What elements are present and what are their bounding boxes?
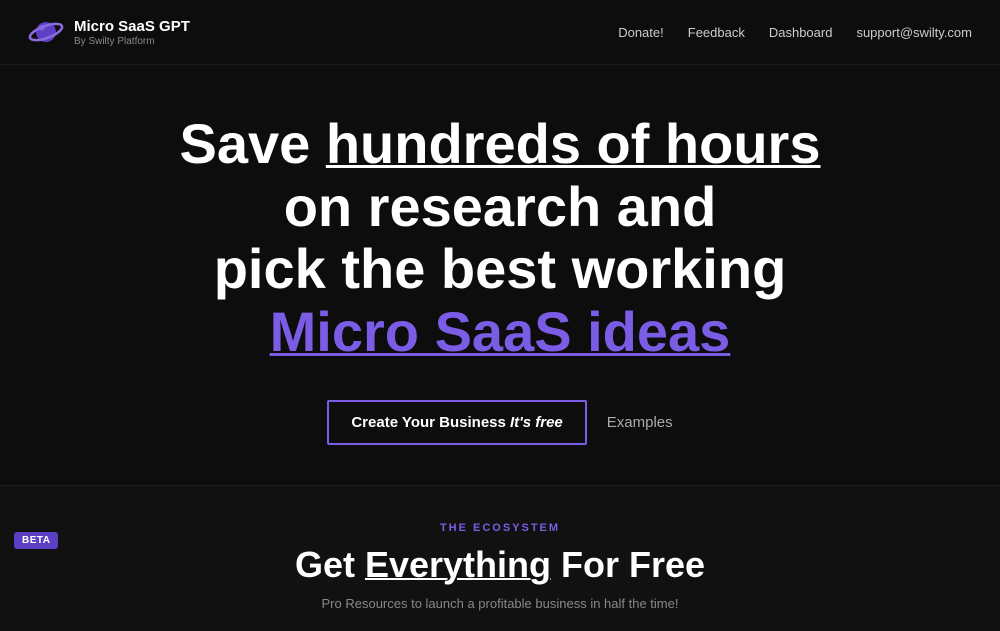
feedback-link[interactable]: Feedback xyxy=(688,25,745,40)
hero-section: Save hundreds of hours on research andpi… xyxy=(0,65,1000,486)
ecosystem-title-part1: Get xyxy=(295,544,365,585)
cta-button-text: Create Your Business xyxy=(351,414,510,431)
dashboard-link[interactable]: Dashboard xyxy=(769,25,833,40)
create-business-button[interactable]: Create Your Business It's free xyxy=(327,400,586,445)
ecosystem-label: THE ECOSYSTEM xyxy=(20,522,980,534)
hero-title: Save hundreds of hours on research andpi… xyxy=(160,113,840,364)
beta-badge: BETA xyxy=(14,532,58,549)
brand: Micro SaaS GPT By Swilty Platform xyxy=(28,14,190,50)
navbar: Micro SaaS GPT By Swilty Platform Donate… xyxy=(0,0,1000,65)
ecosystem-title: Get Everything For Free xyxy=(20,544,980,586)
logo-icon xyxy=(28,14,64,50)
hero-title-part1: Save xyxy=(180,112,326,175)
ecosystem-title-part2: For Free xyxy=(551,544,705,585)
donate-link[interactable]: Donate! xyxy=(618,25,664,40)
ecosystem-title-underline: Everything xyxy=(365,544,551,585)
navbar-links: Donate! Feedback Dashboard support@swilt… xyxy=(618,25,972,40)
brand-text: Micro SaaS GPT By Swilty Platform xyxy=(74,18,190,47)
hero-title-purple: Micro SaaS ideas xyxy=(270,300,731,363)
brand-name: Micro SaaS GPT xyxy=(74,18,190,36)
brand-subtitle: By Swilty Platform xyxy=(74,36,190,47)
examples-button[interactable]: Examples xyxy=(607,414,673,431)
ecosystem-section: THE ECOSYSTEM Get Everything For Free Pr… xyxy=(0,486,1000,631)
hero-cta: Create Your Business It's free Examples xyxy=(327,400,672,445)
hero-title-underline: hundreds of hours xyxy=(326,112,821,175)
hero-title-part2: on research andpick the best working xyxy=(214,175,787,301)
ecosystem-subtitle: Pro Resources to launch a profitable bus… xyxy=(20,596,980,611)
support-link[interactable]: support@swilty.com xyxy=(856,25,972,40)
cta-button-italic: It's free xyxy=(510,414,563,431)
